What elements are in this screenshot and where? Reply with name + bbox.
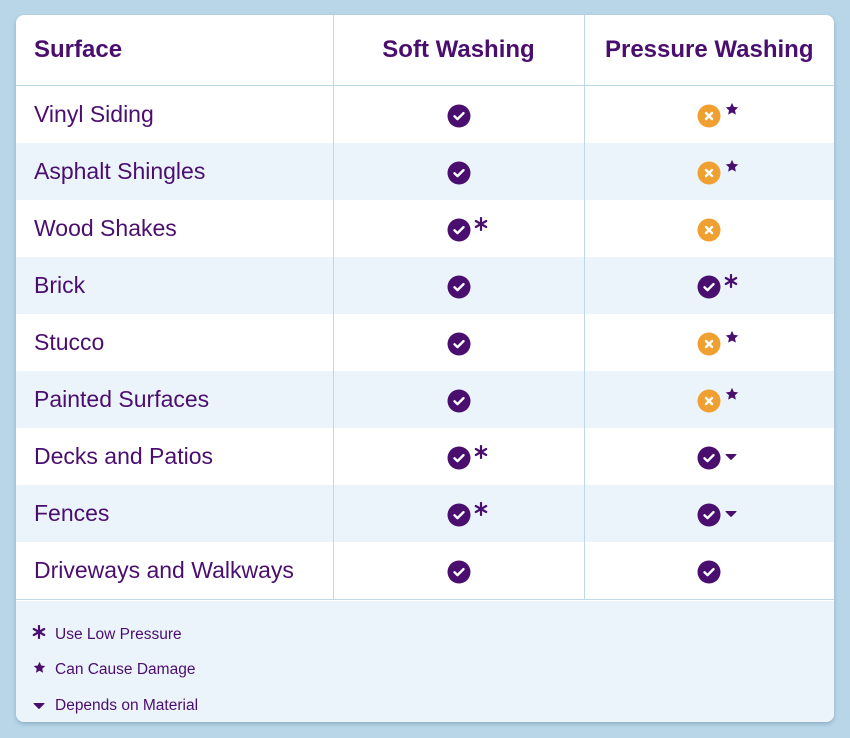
triangle-down-icon xyxy=(725,442,737,465)
status-mark xyxy=(697,218,721,242)
soft-washing-cell xyxy=(332,314,584,371)
star-icon xyxy=(725,154,739,177)
soft-washing-cell xyxy=(332,143,584,200)
table-row: Driveways and Walkways xyxy=(16,542,834,600)
soft-washing-cell xyxy=(332,257,584,314)
soft-washing-cell xyxy=(332,371,584,428)
status-mark xyxy=(447,560,471,584)
table-row: Painted Surfaces xyxy=(16,371,834,428)
header-row: Surface Soft Washing Pressure Washing xyxy=(16,15,834,86)
x-circle-icon xyxy=(697,389,721,413)
legend-item-low-pressure: Use Low Pressure xyxy=(32,624,182,644)
soft-washing-cell xyxy=(332,428,584,485)
asterisk-icon xyxy=(724,266,738,292)
legend-label: Can Cause Damage xyxy=(55,661,196,678)
asterisk-icon xyxy=(474,209,488,235)
soft-washing-cell xyxy=(332,485,584,542)
status-mark xyxy=(697,330,739,356)
surface-name: Decks and Patios xyxy=(34,443,213,469)
status-mark xyxy=(447,332,471,356)
washing-comparison-table: Surface Soft Washing Pressure Washing Vi… xyxy=(16,15,834,600)
status-mark xyxy=(697,102,739,128)
pressure-washing-cell xyxy=(583,314,834,371)
surface-name: Fences xyxy=(16,485,333,542)
check-circle-icon xyxy=(447,332,471,356)
star-icon xyxy=(725,382,739,405)
status-mark xyxy=(697,503,737,527)
table-row: Asphalt Shingles xyxy=(16,143,834,200)
check-circle-icon xyxy=(447,389,471,413)
header-pressure-washing: Pressure Washing xyxy=(583,15,834,86)
status-mark xyxy=(447,501,487,527)
soft-washing-cell xyxy=(332,200,584,257)
status-mark xyxy=(447,444,487,470)
pressure-washing-cell xyxy=(583,143,834,200)
surface-name: Driveways and Walkways xyxy=(16,542,333,600)
star-icon xyxy=(32,661,46,679)
x-circle-icon xyxy=(697,218,721,242)
check-circle-icon xyxy=(447,161,471,185)
legend: Use Low Pressure Can Cause Damage Depend… xyxy=(16,601,834,722)
surface-name: Brick xyxy=(16,257,333,314)
check-circle-icon xyxy=(447,560,471,584)
triangle-down-icon xyxy=(725,499,737,522)
star-icon xyxy=(725,97,739,120)
status-mark xyxy=(697,560,721,584)
x-circle-icon xyxy=(697,104,721,128)
status-mark xyxy=(447,216,487,242)
legend-item-depends-on-material: Depends on Material xyxy=(32,697,198,715)
x-circle-icon xyxy=(697,332,721,356)
pressure-washing-cell xyxy=(583,371,834,428)
status-mark xyxy=(447,389,471,413)
check-circle-icon xyxy=(697,446,721,470)
pressure-washing-cell xyxy=(583,85,834,143)
surface-name: Vinyl Siding xyxy=(34,101,154,127)
pressure-washing-cell xyxy=(583,542,834,600)
header-surface: Surface xyxy=(16,15,333,86)
check-circle-icon xyxy=(447,503,471,527)
status-mark xyxy=(697,273,738,299)
pressure-washing-cell xyxy=(583,485,834,542)
table-row: Decks and Patios xyxy=(16,428,834,485)
check-circle-icon xyxy=(697,275,721,299)
surface-name: Painted Surfaces xyxy=(16,371,333,428)
status-mark xyxy=(447,161,471,185)
comparison-card: Surface Soft Washing Pressure Washing Vi… xyxy=(16,15,834,722)
table-row: Brick xyxy=(16,257,834,314)
check-circle-icon xyxy=(697,560,721,584)
pressure-washing-cell xyxy=(583,257,834,314)
pressure-washing-cell xyxy=(583,200,834,257)
legend-label: Use Low Pressure xyxy=(55,625,182,643)
status-mark xyxy=(697,446,737,470)
star-icon xyxy=(725,325,739,348)
table-row: Stucco xyxy=(16,314,834,371)
check-circle-icon xyxy=(447,275,471,299)
surface-name: Stucco xyxy=(34,329,105,355)
asterisk-icon xyxy=(32,624,46,644)
soft-washing-cell xyxy=(332,85,584,143)
triangle-down-icon xyxy=(32,697,46,715)
status-mark xyxy=(697,159,739,185)
table-row: Wood Shakes xyxy=(16,200,834,257)
header-soft-washing: Soft Washing xyxy=(332,15,584,86)
table-row: Fences xyxy=(16,485,834,542)
soft-washing-cell xyxy=(332,542,584,600)
asterisk-icon xyxy=(474,494,488,520)
surface-name: Wood Shakes xyxy=(34,215,177,241)
legend-item-can-cause-damage: Can Cause Damage xyxy=(32,661,195,679)
check-circle-icon xyxy=(447,104,471,128)
x-circle-icon xyxy=(697,161,721,185)
check-circle-icon xyxy=(447,446,471,470)
check-circle-icon xyxy=(447,218,471,242)
status-mark xyxy=(447,104,471,128)
table-body: Vinyl Siding Asphalt Shingles Wood Shakes B… xyxy=(16,85,834,600)
status-mark xyxy=(447,275,471,299)
legend-label: Depends on Material xyxy=(55,697,199,714)
table-row: Vinyl Siding xyxy=(16,85,834,143)
surface-name: Asphalt Shingles xyxy=(16,143,333,200)
check-circle-icon xyxy=(697,503,721,527)
pressure-washing-cell xyxy=(583,428,834,485)
asterisk-icon xyxy=(474,437,488,463)
status-mark xyxy=(697,387,739,413)
